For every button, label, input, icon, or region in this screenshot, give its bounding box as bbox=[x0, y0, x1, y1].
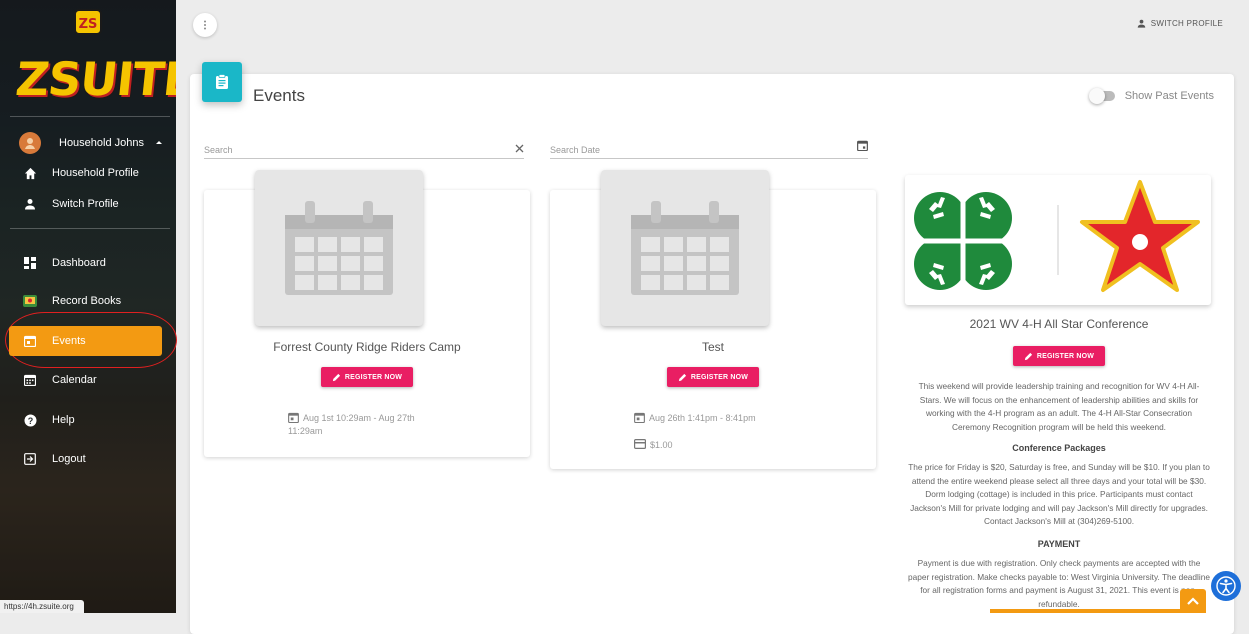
sidebar-item-label: Help bbox=[52, 414, 75, 426]
search-field[interactable]: Search bbox=[204, 138, 524, 159]
events-icon bbox=[22, 333, 38, 349]
register-now-button[interactable]: REGISTER NOW bbox=[321, 367, 413, 387]
zsuite-logo-icon[interactable]: ZS bbox=[73, 8, 103, 36]
sidebar-item-calendar[interactable]: Calendar bbox=[0, 365, 176, 395]
sidebar-item-label: Events bbox=[52, 335, 86, 347]
section-heading: PAYMENT bbox=[1037, 539, 1081, 549]
user-name: Household Johns bbox=[59, 137, 145, 149]
register-now-button[interactable]: REGISTER NOW bbox=[1013, 346, 1105, 366]
person-icon bbox=[22, 196, 38, 212]
close-icon[interactable] bbox=[515, 142, 524, 158]
scroll-to-top-button[interactable] bbox=[1180, 589, 1206, 613]
sidebar-item-label: Logout bbox=[52, 453, 86, 465]
event-price: $1.00 bbox=[634, 439, 673, 452]
pencil-icon bbox=[332, 373, 340, 381]
event-title[interactable]: 2021 WV 4-H All Star Conference bbox=[896, 317, 1222, 331]
sidebar-item-events[interactable]: Events bbox=[9, 326, 162, 356]
footer-strip bbox=[990, 609, 1180, 613]
register-now-button[interactable]: REGISTER NOW bbox=[667, 367, 759, 387]
sidebar-item-label: Dashboard bbox=[52, 257, 106, 269]
event-card[interactable]: Forrest County Ridge Riders Camp REGISTE… bbox=[204, 170, 530, 457]
sidebar-item-label: Record Books bbox=[52, 295, 122, 307]
record-books-icon bbox=[22, 293, 38, 309]
packages-text: The price for Friday is $20, Saturday is… bbox=[908, 462, 1210, 526]
more-menu-button[interactable] bbox=[193, 13, 217, 37]
sidebar-item-household-profile[interactable]: Household Profile bbox=[0, 158, 176, 188]
logo-mark-text: ZS bbox=[79, 17, 98, 32]
page-title: Events bbox=[253, 86, 305, 105]
4h-clover-icon bbox=[914, 192, 1012, 290]
person-icon bbox=[1137, 19, 1146, 28]
divider bbox=[10, 228, 170, 229]
dashboard-icon bbox=[22, 255, 38, 271]
payment-text: Payment is due with registration. Only c… bbox=[908, 558, 1210, 609]
logout-icon bbox=[22, 451, 38, 467]
event-date: Aug 26th 1:41pm - 8:41pm bbox=[634, 412, 756, 425]
toggle-switch[interactable] bbox=[1088, 88, 1115, 104]
search-date-input[interactable]: Search Date bbox=[550, 145, 857, 158]
pencil-icon bbox=[678, 373, 686, 381]
sidebar: ZS ZSUITE Household Johns Household Prof… bbox=[0, 0, 176, 613]
sidebar-item-dashboard[interactable]: Dashboard bbox=[0, 248, 176, 278]
home-icon bbox=[22, 165, 38, 181]
more-vert-icon bbox=[204, 20, 206, 30]
event-date-line: Aug 26th 1:41pm - 8:41pm bbox=[649, 413, 756, 423]
event-title[interactable]: Forrest County Ridge Riders Camp bbox=[204, 340, 530, 354]
sidebar-item-label: Switch Profile bbox=[52, 198, 119, 210]
price-text: $1.00 bbox=[650, 440, 673, 450]
calendar-placeholder-icon bbox=[285, 201, 393, 295]
sidebar-item-label: Household Profile bbox=[52, 167, 139, 179]
user-menu-toggle[interactable]: Household Johns bbox=[0, 128, 176, 158]
status-url: https://4h.zsuite.org bbox=[0, 600, 84, 613]
search-date-field[interactable]: Search Date bbox=[550, 138, 868, 159]
switch-profile-label: SWITCH PROFILE bbox=[1150, 19, 1223, 28]
event-card[interactable]: Test REGISTER NOW Aug 26th 1:41pm - 8:41… bbox=[550, 170, 876, 469]
sidebar-item-switch-profile[interactable]: Switch Profile bbox=[0, 189, 176, 219]
register-label: REGISTER NOW bbox=[1036, 352, 1095, 360]
clipboard-icon bbox=[216, 74, 228, 89]
chevron-up-icon bbox=[1187, 597, 1199, 605]
divider bbox=[10, 116, 170, 117]
section-heading: Conference Packages bbox=[1012, 443, 1106, 453]
calendar-placeholder-icon bbox=[631, 201, 739, 295]
sidebar-item-record-books[interactable]: Record Books bbox=[0, 286, 176, 316]
calendar-icon bbox=[22, 372, 38, 388]
event-image[interactable] bbox=[601, 170, 769, 326]
register-label: REGISTER NOW bbox=[344, 373, 403, 381]
caret-up-icon bbox=[156, 141, 163, 144]
switch-profile-button[interactable]: SWITCH PROFILE bbox=[1137, 19, 1223, 28]
event-card-featured[interactable]: 2021 WV 4-H All Star Conference REGISTER… bbox=[896, 167, 1222, 627]
show-past-events-toggle[interactable]: Show Past Events bbox=[1088, 88, 1214, 104]
pencil-icon bbox=[1024, 352, 1032, 360]
calendar-icon bbox=[634, 412, 645, 423]
event-title[interactable]: Test bbox=[550, 340, 876, 354]
help-icon: ? bbox=[22, 412, 38, 428]
calendar-icon bbox=[288, 412, 299, 423]
event-image[interactable] bbox=[905, 175, 1211, 305]
event-date-line: 11:29am bbox=[288, 426, 323, 436]
search-input[interactable]: Search bbox=[204, 145, 515, 158]
sidebar-item-label: Calendar bbox=[52, 374, 97, 386]
register-label: REGISTER NOW bbox=[690, 373, 749, 381]
show-past-events-label: Show Past Events bbox=[1124, 90, 1214, 102]
app-logo[interactable]: ZSUITE bbox=[13, 52, 176, 106]
calendar-icon[interactable] bbox=[857, 140, 868, 158]
avatar bbox=[19, 132, 41, 154]
event-date-line: Aug 1st 10:29am - Aug 27th bbox=[303, 413, 415, 423]
event-date: Aug 1st 10:29am - Aug 27th 11:29am bbox=[288, 412, 415, 438]
accessibility-button[interactable] bbox=[1211, 571, 1241, 601]
accessibility-icon bbox=[1216, 576, 1236, 596]
sidebar-item-help[interactable]: ? Help bbox=[0, 405, 176, 435]
event-image[interactable] bbox=[255, 170, 423, 326]
star-icon bbox=[1080, 180, 1200, 292]
sidebar-item-logout[interactable]: Logout bbox=[0, 444, 176, 474]
event-description: This weekend will provide leadership tra… bbox=[918, 381, 1200, 432]
svg-text:?: ? bbox=[27, 416, 33, 426]
events-header-icon bbox=[202, 62, 242, 102]
credit-card-icon bbox=[634, 439, 646, 449]
